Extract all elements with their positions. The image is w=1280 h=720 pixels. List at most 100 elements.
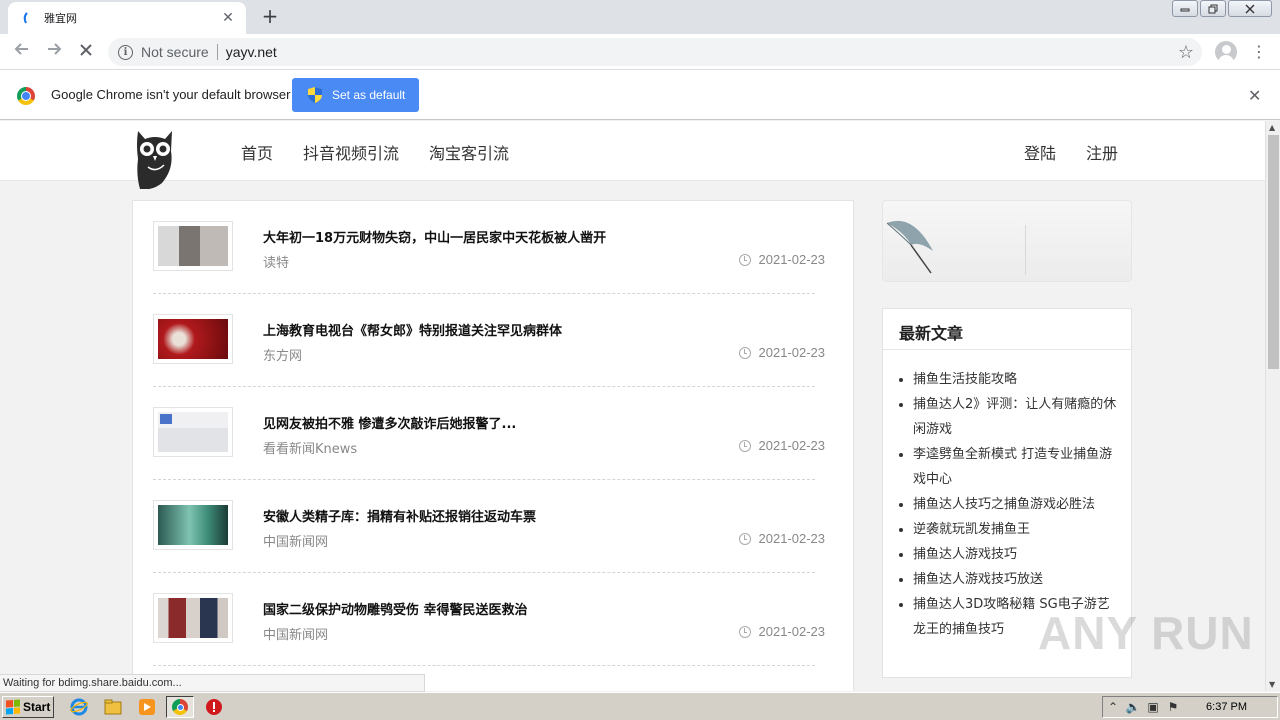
infobar-close-icon[interactable]: ✕ (1248, 86, 1261, 105)
media-player-icon[interactable] (138, 698, 156, 716)
restore-button[interactable] (1200, 0, 1226, 17)
page-scrollbar[interactable]: ▲ ▼ (1265, 121, 1280, 691)
action-center-flag-icon[interactable]: ⚑ (1163, 700, 1183, 714)
article-date: 2021-02-23 (738, 345, 825, 360)
list-item[interactable]: 国家二级保护动物雕鸮受伤 幸得警民送医救治 中国新闻网 2021-02-23 (153, 573, 825, 666)
taskbar-clock[interactable]: 6:37 PM (1206, 701, 1247, 713)
sidebar-article-link[interactable]: 捕鱼达人游戏技巧放送 (913, 567, 1118, 592)
thumbnail-image (158, 412, 228, 452)
banner-divider (1025, 225, 1026, 275)
address-bar[interactable]: i Not secure yayv.net ☆ (108, 38, 1202, 66)
owl-logo-icon[interactable] (134, 125, 176, 189)
back-arrow-icon[interactable] (10, 40, 34, 64)
article-title[interactable]: 上海教育电视台《帮女郎》特别报道关注罕见病群体 (263, 320, 562, 339)
clock-icon (738, 439, 751, 452)
site-header: 首页 抖音视频引流 淘宝客引流 登陆 注册 (0, 121, 1265, 189)
nav-home[interactable]: 首页 (241, 140, 273, 164)
article-list: 大年初一18万元财物失窃，中山一居民家中天花板被人凿开 读特 2021-02-2… (132, 200, 854, 691)
infobar-message: Google Chrome isn't your default browser (51, 87, 291, 102)
set-as-default-button[interactable]: Set as default (292, 78, 419, 112)
nav-douyin[interactable]: 抖音视频引流 (303, 140, 399, 164)
tray-expand-icon[interactable]: ⌃ (1103, 700, 1123, 714)
article-source: 读特 (263, 256, 290, 271)
start-label: Start (23, 700, 51, 714)
forward-arrow-icon[interactable] (42, 40, 66, 64)
article-source: 看看新闻Knews (263, 442, 358, 457)
internet-explorer-icon[interactable] (70, 698, 88, 716)
article-thumbnail[interactable] (153, 407, 233, 457)
sidebar-article-link[interactable]: 捕鱼达人2》评测：让人有赌瘾的休闲游戏 (913, 392, 1118, 442)
stop-loading-icon[interactable] (74, 40, 98, 64)
register-link[interactable]: 注册 (1086, 140, 1118, 164)
sidebar-article-link[interactable]: 捕鱼达人技巧之捕鱼游戏必胜法 (913, 492, 1118, 517)
sidebar-title: 最新文章 (899, 324, 964, 343)
chrome-taskbar-icon[interactable] (166, 696, 194, 718)
article-date: 2021-02-23 (738, 531, 825, 546)
site-favicon-icon (18, 10, 34, 26)
windows-taskbar: Start ⌃ 🔈 ▣ ⚑ 6:37 PM (0, 692, 1280, 720)
file-explorer-icon[interactable] (104, 698, 122, 716)
sidebar-divider (883, 349, 1131, 350)
thumbnail-image (158, 505, 228, 545)
tab-close-icon[interactable]: ✕ (220, 10, 236, 26)
article-title[interactable]: 见网友被拍不雅 惨遭多次敲诈后她报警了... (263, 413, 516, 432)
security-label: Not secure (141, 44, 209, 60)
list-item[interactable]: 安徽人类精子库：捐精有补贴还报销往返动车票 中国新闻网 2021-02-23 (153, 480, 825, 573)
url-text[interactable]: yayv.net (226, 44, 277, 60)
article-source: 东方网 (263, 349, 303, 364)
start-button[interactable]: Start (2, 696, 54, 718)
network-icon[interactable]: ▣ (1143, 700, 1163, 714)
article-title[interactable]: 国家二级保护动物雕鸮受伤 幸得警民送医救治 (263, 599, 528, 618)
info-icon[interactable]: i (118, 44, 133, 60)
article-thumbnail[interactable] (153, 314, 233, 364)
new-tab-button[interactable]: + (258, 4, 282, 28)
list-item[interactable]: 见网友被拍不雅 惨遭多次敲诈后她报警了... 看看新闻Knews 2021-02… (153, 387, 825, 480)
uac-shield-icon (308, 87, 322, 103)
umbrella-icon (886, 220, 933, 274)
sidebar-article-link[interactable]: 逆袭就玩凯发捕鱼王 (913, 517, 1118, 542)
scroll-down-icon[interactable]: ▼ (1269, 680, 1275, 689)
close-window-button[interactable] (1228, 0, 1272, 17)
list-item[interactable]: 大年初一18万元财物失窃，中山一居民家中天花板被人凿开 读特 2021-02-2… (153, 201, 825, 294)
omnibox-divider (216, 44, 218, 60)
article-date: 2021-02-23 (738, 252, 825, 267)
article-date: 2021-02-23 (738, 624, 825, 639)
minimize-button[interactable] (1172, 0, 1198, 17)
scrollbar-thumb[interactable] (1268, 135, 1279, 369)
article-thumbnail[interactable] (153, 221, 233, 271)
default-browser-infobar: Google Chrome isn't your default browser… (0, 70, 1280, 120)
clock-icon (738, 346, 751, 359)
article-title[interactable]: 大年初一18万元财物失窃，中山一居民家中天花板被人凿开 (263, 227, 606, 246)
sidebar-article-link[interactable]: 捕鱼生活技能攻略 (913, 367, 1118, 392)
volume-icon[interactable]: 🔈 (1123, 700, 1143, 714)
set-as-default-label: Set as default (332, 88, 406, 102)
clock-icon (738, 532, 751, 545)
anyrun-watermark: ANY RUN (1038, 607, 1254, 659)
stop-sign-icon[interactable] (205, 698, 223, 716)
menu-dots-icon[interactable]: ⋮ (1250, 42, 1268, 61)
bookmark-star-icon[interactable]: ☆ (1178, 42, 1194, 63)
browser-toolbar: i Not secure yayv.net ☆ (0, 34, 1280, 70)
clock-icon (738, 253, 751, 266)
thumbnail-image (158, 319, 228, 359)
nav-taobaoke[interactable]: 淘宝客引流 (429, 140, 509, 164)
thumbnail-image (158, 598, 228, 638)
status-bubble: Waiting for bdimg.share.baidu.com... (0, 674, 425, 692)
article-source: 中国新闻网 (263, 628, 329, 643)
scroll-up-icon[interactable]: ▲ (1269, 123, 1275, 132)
windows-logo-icon (6, 699, 20, 715)
latest-articles-list: 捕鱼生活技能攻略 捕鱼达人2》评测：让人有赌瘾的休闲游戏 李逵劈鱼全新模式 打造… (913, 367, 1118, 642)
chrome-logo-icon (17, 87, 35, 105)
browser-tab[interactable]: 雅宜网 ✕ (8, 2, 246, 34)
thumbnail-image (158, 226, 228, 266)
clock-icon (738, 625, 751, 638)
article-thumbnail[interactable] (153, 500, 233, 550)
login-link[interactable]: 登陆 (1024, 140, 1056, 164)
article-source: 中国新闻网 (263, 535, 329, 550)
article-thumbnail[interactable] (153, 593, 233, 643)
profile-avatar-icon[interactable] (1215, 41, 1237, 63)
sidebar-article-link[interactable]: 捕鱼达人游戏技巧 (913, 542, 1118, 567)
list-item[interactable]: 上海教育电视台《帮女郎》特别报道关注罕见病群体 东方网 2021-02-23 (153, 294, 825, 387)
sidebar-article-link[interactable]: 李逵劈鱼全新模式 打造专业捕鱼游戏中心 (913, 442, 1118, 492)
article-title[interactable]: 安徽人类精子库：捐精有补贴还报销往返动车票 (263, 506, 536, 525)
